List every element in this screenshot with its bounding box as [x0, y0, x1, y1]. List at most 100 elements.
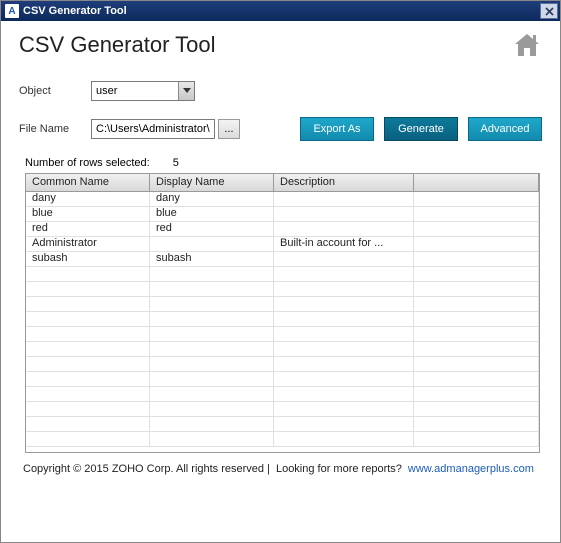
table-cell — [274, 282, 414, 296]
table-cell — [26, 312, 150, 326]
table-cell — [414, 417, 539, 431]
table-cell — [26, 342, 150, 356]
table-cell — [150, 342, 274, 356]
table-cell — [274, 297, 414, 311]
table-cell — [274, 357, 414, 371]
table-cell: red — [26, 222, 150, 236]
table-cell — [26, 402, 150, 416]
filename-input[interactable] — [91, 119, 215, 139]
table-cell — [274, 222, 414, 236]
table-cell — [274, 387, 414, 401]
table-row[interactable] — [26, 342, 539, 357]
footer-link[interactable]: www.admanagerplus.com — [408, 463, 534, 475]
object-select[interactable]: user — [91, 81, 195, 101]
rows-selected-info: Number of rows selected: 5 — [25, 157, 542, 169]
table-row[interactable] — [26, 417, 539, 432]
table-cell — [414, 372, 539, 386]
table-cell: blue — [150, 207, 274, 221]
table-cell — [274, 312, 414, 326]
table-cell — [414, 237, 539, 251]
table-cell — [150, 282, 274, 296]
table-cell: subash — [26, 252, 150, 266]
column-header-empty[interactable] — [414, 174, 539, 191]
generate-button[interactable]: Generate — [384, 117, 458, 141]
table-row[interactable] — [26, 357, 539, 372]
table-row[interactable] — [26, 387, 539, 402]
table-cell — [274, 342, 414, 356]
table-cell — [274, 192, 414, 206]
table-cell — [150, 387, 274, 401]
table-cell — [150, 312, 274, 326]
table-row[interactable]: danydany — [26, 192, 539, 207]
table-cell: blue — [26, 207, 150, 221]
table-cell — [274, 402, 414, 416]
column-header-common-name[interactable]: Common Name — [26, 174, 150, 191]
table-cell — [274, 267, 414, 281]
table-cell: subash — [150, 252, 274, 266]
table-cell — [274, 432, 414, 446]
column-header-description[interactable]: Description — [274, 174, 414, 191]
table-row[interactable] — [26, 432, 539, 447]
table-row[interactable] — [26, 282, 539, 297]
table-row[interactable] — [26, 327, 539, 342]
table-cell — [274, 207, 414, 221]
table-cell — [414, 402, 539, 416]
close-button[interactable] — [540, 3, 558, 19]
app-icon: A — [5, 4, 19, 18]
table-cell: Built-in account for ... — [274, 237, 414, 251]
table-cell: dany — [150, 192, 274, 206]
advanced-button[interactable]: Advanced — [468, 117, 542, 141]
table-cell — [414, 297, 539, 311]
titlebar: A CSV Generator Tool — [1, 1, 560, 21]
table-cell — [150, 372, 274, 386]
table-cell — [26, 387, 150, 401]
table-cell — [414, 192, 539, 206]
table-cell — [274, 327, 414, 341]
home-icon[interactable] — [512, 31, 542, 59]
object-select-value: user — [92, 85, 178, 97]
footer-looking-text: Looking for more reports? — [276, 463, 402, 475]
table-cell — [150, 357, 274, 371]
table-row[interactable]: subashsubash — [26, 252, 539, 267]
filename-label: File Name — [19, 123, 91, 135]
window-title: CSV Generator Tool — [23, 5, 127, 17]
footer: Copyright © 2015 ZOHO Corp. All rights r… — [19, 463, 542, 475]
table-cell — [414, 342, 539, 356]
table-row[interactable]: redred — [26, 222, 539, 237]
table-cell — [414, 252, 539, 266]
table-cell — [26, 327, 150, 341]
table-cell — [414, 327, 539, 341]
table-cell — [150, 327, 274, 341]
footer-copyright: Copyright © 2015 ZOHO Corp. All rights r… — [23, 463, 270, 475]
table-header: Common Name Display Name Description — [26, 174, 539, 192]
table-cell — [26, 297, 150, 311]
export-as-button[interactable]: Export As — [300, 117, 374, 141]
table-row[interactable] — [26, 297, 539, 312]
table-cell — [150, 267, 274, 281]
table-cell — [26, 282, 150, 296]
table-row[interactable]: AdministratorBuilt-in account for ... — [26, 237, 539, 252]
table-cell — [150, 237, 274, 251]
table-row[interactable]: blueblue — [26, 207, 539, 222]
rows-selected-label: Number of rows selected: — [25, 157, 150, 169]
table-row[interactable] — [26, 312, 539, 327]
table-cell — [26, 432, 150, 446]
table-cell — [414, 387, 539, 401]
table-row[interactable] — [26, 267, 539, 282]
browse-button[interactable]: ... — [218, 119, 240, 139]
table-cell — [26, 372, 150, 386]
data-table[interactable]: Common Name Display Name Description dan… — [25, 173, 540, 453]
table-cell — [414, 207, 539, 221]
table-cell — [26, 417, 150, 431]
chevron-down-icon[interactable] — [178, 82, 194, 100]
table-cell — [414, 282, 539, 296]
table-cell — [414, 357, 539, 371]
table-cell — [150, 297, 274, 311]
table-row[interactable] — [26, 402, 539, 417]
table-cell — [414, 222, 539, 236]
table-cell — [274, 372, 414, 386]
table-row[interactable] — [26, 372, 539, 387]
table-cell — [26, 267, 150, 281]
column-header-display-name[interactable]: Display Name — [150, 174, 274, 191]
page-title: CSV Generator Tool — [19, 32, 215, 58]
